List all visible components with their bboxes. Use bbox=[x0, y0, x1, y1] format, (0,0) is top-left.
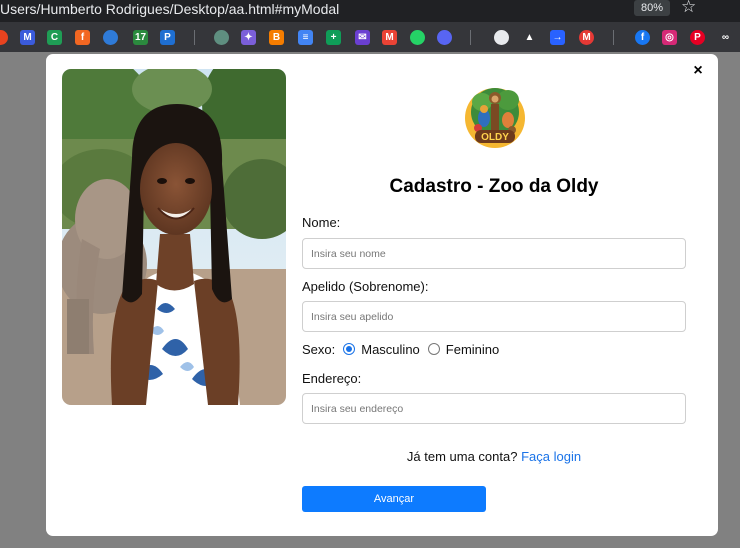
endereco-input[interactable] bbox=[302, 393, 686, 424]
zoom-indicator[interactable]: 80% bbox=[634, 0, 670, 16]
apelido-input[interactable] bbox=[302, 301, 686, 332]
google-drive-icon[interactable]: ▲ bbox=[522, 30, 537, 45]
masculino-radio[interactable] bbox=[343, 343, 356, 355]
zoo-logo: OLDY bbox=[456, 78, 534, 156]
facebook-icon[interactable]: f bbox=[635, 30, 650, 45]
google-docs-icon[interactable]: ≡ bbox=[298, 30, 313, 45]
login-prompt-row: Já tem uma conta? Faça login bbox=[302, 449, 686, 464]
bookmark-separator bbox=[470, 30, 471, 45]
bookmark-6-icon[interactable]: 17 bbox=[133, 30, 148, 45]
mail-icon[interactable]: ✉ bbox=[355, 30, 370, 45]
bookmark-separator bbox=[613, 30, 614, 45]
register-modal: × OLDY Cadastro - Zoo da Oldy Nome: Insi… bbox=[46, 54, 718, 536]
nome-input[interactable] bbox=[302, 238, 686, 269]
blogger-icon[interactable]: B bbox=[269, 30, 284, 45]
feminino-label[interactable]: Feminino bbox=[446, 342, 499, 357]
form-title: Cadastro - Zoo da Oldy bbox=[389, 176, 599, 197]
login-prompt: Já tem uma conta? bbox=[406, 449, 518, 464]
whatsapp-icon[interactable] bbox=[410, 30, 425, 45]
nome-label: Nome: bbox=[302, 215, 341, 230]
bookmark-arrow-icon[interactable]: → bbox=[550, 30, 565, 45]
sexo-label: Sexo: bbox=[302, 341, 336, 357]
logo-text: OLDY bbox=[481, 132, 509, 143]
bookmarks-bar: M Cf 17 P ✦ B ≡ + ✉ M ▲ → Mf ◎ P ∞ bbox=[0, 22, 740, 52]
apelido-label: Apelido (Sobrenome): bbox=[302, 279, 429, 294]
bookmark-3-icon[interactable]: C bbox=[47, 30, 62, 45]
bookmark-5-icon[interactable] bbox=[103, 30, 118, 45]
login-link[interactable]: Faça login bbox=[521, 449, 581, 464]
url-text[interactable]: Users/Humberto Rodrigues/Desktop/aa.html… bbox=[0, 1, 339, 17]
instagram-icon[interactable]: ◎ bbox=[662, 30, 677, 45]
google-sheets-icon[interactable]: + bbox=[326, 30, 341, 45]
meta-icon[interactable]: ∞ bbox=[718, 30, 733, 45]
address-bar[interactable]: Users/Humberto Rodrigues/Desktop/aa.html… bbox=[0, 0, 740, 22]
bookmark-star-icon[interactable]: ☆ bbox=[681, 0, 696, 16]
bookmark-2-icon[interactable]: M bbox=[20, 30, 35, 45]
submit-button[interactable]: Avançar bbox=[302, 486, 486, 512]
bookmark-1-icon[interactable] bbox=[0, 30, 8, 45]
github-icon[interactable] bbox=[494, 30, 509, 45]
woman-elephant-photo bbox=[62, 69, 286, 405]
chatgpt-icon[interactable] bbox=[214, 30, 229, 45]
endereco-label: Endereço: bbox=[302, 371, 362, 386]
bookmark-7-icon[interactable]: P bbox=[160, 30, 175, 45]
pinterest-icon[interactable]: P bbox=[690, 30, 705, 45]
close-button[interactable]: × bbox=[690, 63, 706, 79]
gemini-icon[interactable]: ✦ bbox=[241, 30, 256, 45]
bookmark-red-icon[interactable]: M bbox=[579, 30, 594, 45]
feminino-radio[interactable] bbox=[427, 343, 440, 355]
masculino-label[interactable]: Masculino bbox=[361, 342, 420, 357]
discord-icon[interactable] bbox=[437, 30, 452, 45]
bookmark-separator bbox=[194, 30, 195, 45]
bookmark-4-icon[interactable]: f bbox=[75, 30, 90, 45]
gmail-icon[interactable]: M bbox=[382, 30, 397, 45]
sexo-row: Sexo: Masculino Feminino bbox=[302, 341, 499, 357]
